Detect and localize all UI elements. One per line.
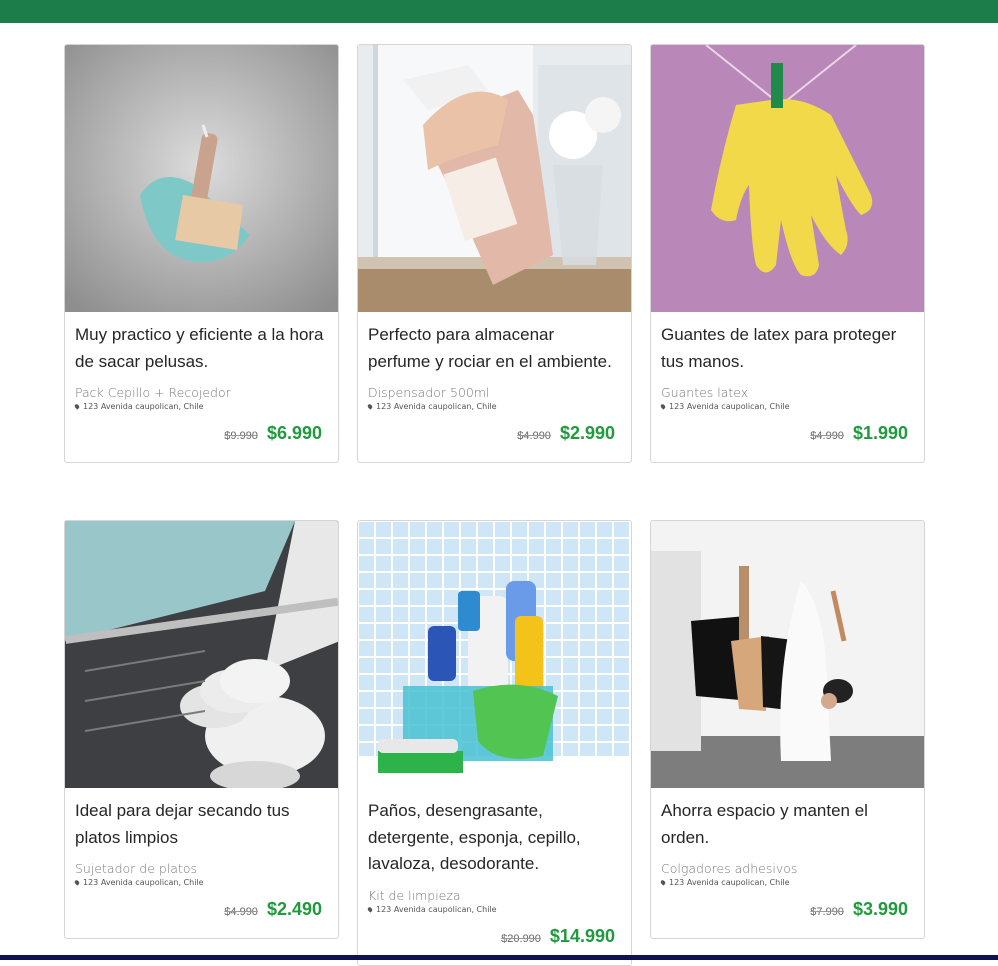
product-description: Perfecto para almacenar perfume y rociar…	[368, 325, 612, 371]
old-price: $4.990	[517, 430, 551, 442]
product-image[interactable]	[358, 45, 631, 312]
top-navbar	[0, 0, 998, 23]
old-price: $20.990	[501, 932, 541, 945]
product-address: 123 Avenida caupolican, Chile	[366, 402, 621, 411]
yellow-gloves-photo	[651, 45, 924, 312]
product-image[interactable]	[651, 45, 924, 312]
location-pin-icon	[73, 879, 81, 886]
product-image[interactable]	[358, 521, 631, 788]
location-pin-icon	[659, 403, 667, 410]
current-price: $2.490	[266, 899, 322, 919]
old-price: $4.990	[224, 906, 258, 918]
product-name: Colgadores adhesivos	[661, 861, 798, 876]
product-card[interactable]: Ideal para dejar secando tus platos limp…	[64, 520, 339, 939]
old-price: $7.990	[810, 906, 844, 918]
location-pin-icon	[366, 403, 374, 410]
product-name: Pack Cepillo + Recojedor	[75, 385, 231, 400]
product-address: 123 Avenida caupolican, Chile	[659, 878, 914, 887]
dish-rack-photo	[65, 521, 338, 788]
product-card[interactable]: Ahorra espacio y manten el orden. Colgad…	[650, 520, 925, 939]
product-address: 123 Avenida caupolican, Chile	[366, 905, 621, 914]
product-card[interactable]: Muy practico y eficiente a la hora de sa…	[64, 44, 339, 463]
product-name: Dispensador 500ml	[368, 385, 490, 400]
current-price: $1.990	[852, 423, 908, 443]
product-address: 123 Avenida caupolican, Chile	[73, 878, 328, 887]
old-price: $4.990	[810, 430, 844, 442]
product-description: Ahorra espacio y manten el orden.	[661, 801, 868, 847]
location-pin-icon	[659, 879, 667, 886]
price-row: $4.990 $2.490	[65, 899, 338, 920]
product-image[interactable]	[65, 45, 338, 312]
current-price: $3.990	[852, 899, 908, 919]
product-description: Ideal para dejar secando tus platos limp…	[75, 801, 290, 847]
product-description: Guantes de latex para proteger tus manos…	[661, 325, 897, 371]
product-name: Guantes latex	[661, 385, 749, 400]
location-pin-icon	[73, 403, 81, 410]
price-row: $4.990 $2.990	[358, 423, 631, 444]
product-name: Sujetador de platos	[75, 861, 198, 876]
product-card[interactable]: Perfecto para almacenar perfume y rociar…	[357, 44, 632, 463]
product-card[interactable]: Paños, desengrasante, detergente, esponj…	[357, 520, 632, 966]
brush-dustpan-photo	[65, 45, 338, 312]
price-row: $9.990 $6.990	[65, 423, 338, 444]
product-card[interactable]: Guantes de latex para proteger tus manos…	[650, 44, 925, 463]
current-price: $2.990	[559, 423, 615, 443]
adhesive-hooks-photo	[651, 521, 924, 788]
product-address: 123 Avenida caupolican, Chile	[73, 402, 328, 411]
bottom-bar	[0, 955, 998, 960]
old-price: $9.990	[224, 430, 258, 442]
product-description: Muy practico y eficiente a la hora de sa…	[75, 325, 324, 371]
spray-bottle-photo	[358, 45, 631, 312]
price-row: $20.990 $14.990	[358, 926, 631, 947]
product-name: Kit de limpieza	[368, 887, 461, 903]
product-image[interactable]	[651, 521, 924, 788]
current-price: $14.990	[549, 925, 615, 946]
location-pin-icon	[366, 905, 374, 913]
product-image[interactable]	[65, 521, 338, 788]
product-address: 123 Avenida caupolican, Chile	[659, 402, 914, 411]
price-row: $4.990 $1.990	[651, 423, 924, 444]
product-description: Paños, desengrasante, detergente, esponj…	[368, 801, 581, 873]
cleaning-kit-photo	[358, 521, 631, 788]
current-price: $6.990	[266, 423, 322, 443]
price-row: $7.990 $3.990	[651, 899, 924, 920]
